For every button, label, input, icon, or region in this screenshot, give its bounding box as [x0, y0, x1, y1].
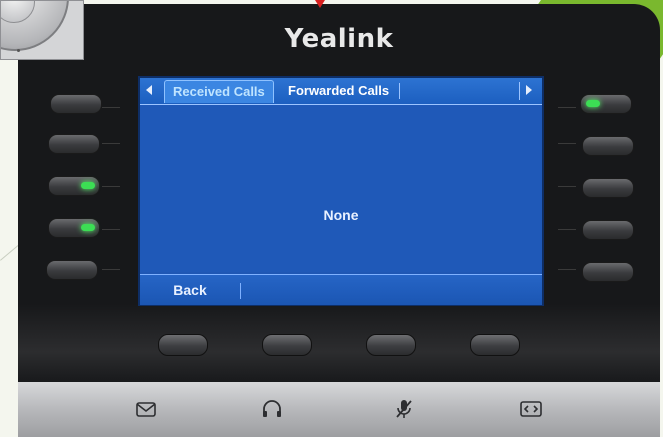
line-key-left-2[interactable] [48, 134, 100, 154]
key-guide [558, 107, 576, 108]
empty-list-message: None [323, 207, 359, 223]
scroll-right-icon[interactable] [526, 85, 532, 95]
divider [519, 82, 520, 100]
indicator-dot [17, 49, 20, 52]
line-led-icon [81, 182, 95, 189]
message-icon [136, 402, 156, 417]
desk-phone: Yealink Received Calls Forwarded Calls N… [18, 4, 660, 437]
soft-button-4[interactable] [470, 334, 520, 356]
navigation-cluster [0, 0, 84, 60]
message-key[interactable] [133, 396, 159, 422]
headset-key[interactable] [259, 396, 285, 422]
line-key-left-4[interactable] [48, 218, 100, 238]
tab-received-calls[interactable]: Received Calls [164, 80, 274, 103]
transfer-icon [520, 401, 542, 417]
key-guide [558, 229, 576, 230]
line-key-left-5[interactable] [46, 260, 98, 280]
reflection [18, 304, 660, 384]
headset-icon [263, 400, 281, 417]
tab-bar: Received Calls Forwarded Calls [140, 78, 542, 105]
back-softkey[interactable]: Back [140, 275, 240, 305]
line-key-right-1[interactable] [580, 94, 632, 114]
lcd-screen: Received Calls Forwarded Calls None Back [138, 76, 544, 306]
key-guide [558, 186, 576, 187]
mute-key[interactable] [391, 396, 417, 422]
softkey-bar: Back [140, 274, 542, 305]
divider [240, 283, 241, 299]
key-guide [102, 107, 120, 108]
line-key-right-4[interactable] [582, 220, 634, 240]
key-guide [102, 229, 120, 230]
line-key-right-2[interactable] [582, 136, 634, 156]
line-key-right-5[interactable] [582, 262, 634, 282]
soft-button-3[interactable] [366, 334, 416, 356]
soft-button-2[interactable] [262, 334, 312, 356]
key-guide [558, 143, 576, 144]
function-key-strip [18, 382, 660, 437]
tab-forwarded-calls[interactable]: Forwarded Calls [280, 80, 397, 102]
brand-logo: Yealink [284, 24, 394, 54]
key-guide [102, 269, 120, 270]
line-led-icon [81, 224, 95, 231]
pointer-arrow-icon [315, 0, 325, 8]
line-key-left-3[interactable] [48, 176, 100, 196]
photo-stage: Yealink Received Calls Forwarded Calls N… [0, 0, 663, 437]
scroll-left-icon[interactable] [146, 85, 152, 95]
key-guide [558, 269, 576, 270]
key-guide [102, 143, 120, 144]
soft-button-1[interactable] [158, 334, 208, 356]
mute-icon [396, 400, 412, 418]
key-guide [102, 186, 120, 187]
line-led-icon [586, 100, 600, 107]
line-key-left-1[interactable] [50, 94, 102, 114]
divider [399, 83, 400, 99]
call-list: None [140, 105, 542, 272]
line-key-right-3[interactable] [582, 178, 634, 198]
transfer-key[interactable] [518, 396, 544, 422]
